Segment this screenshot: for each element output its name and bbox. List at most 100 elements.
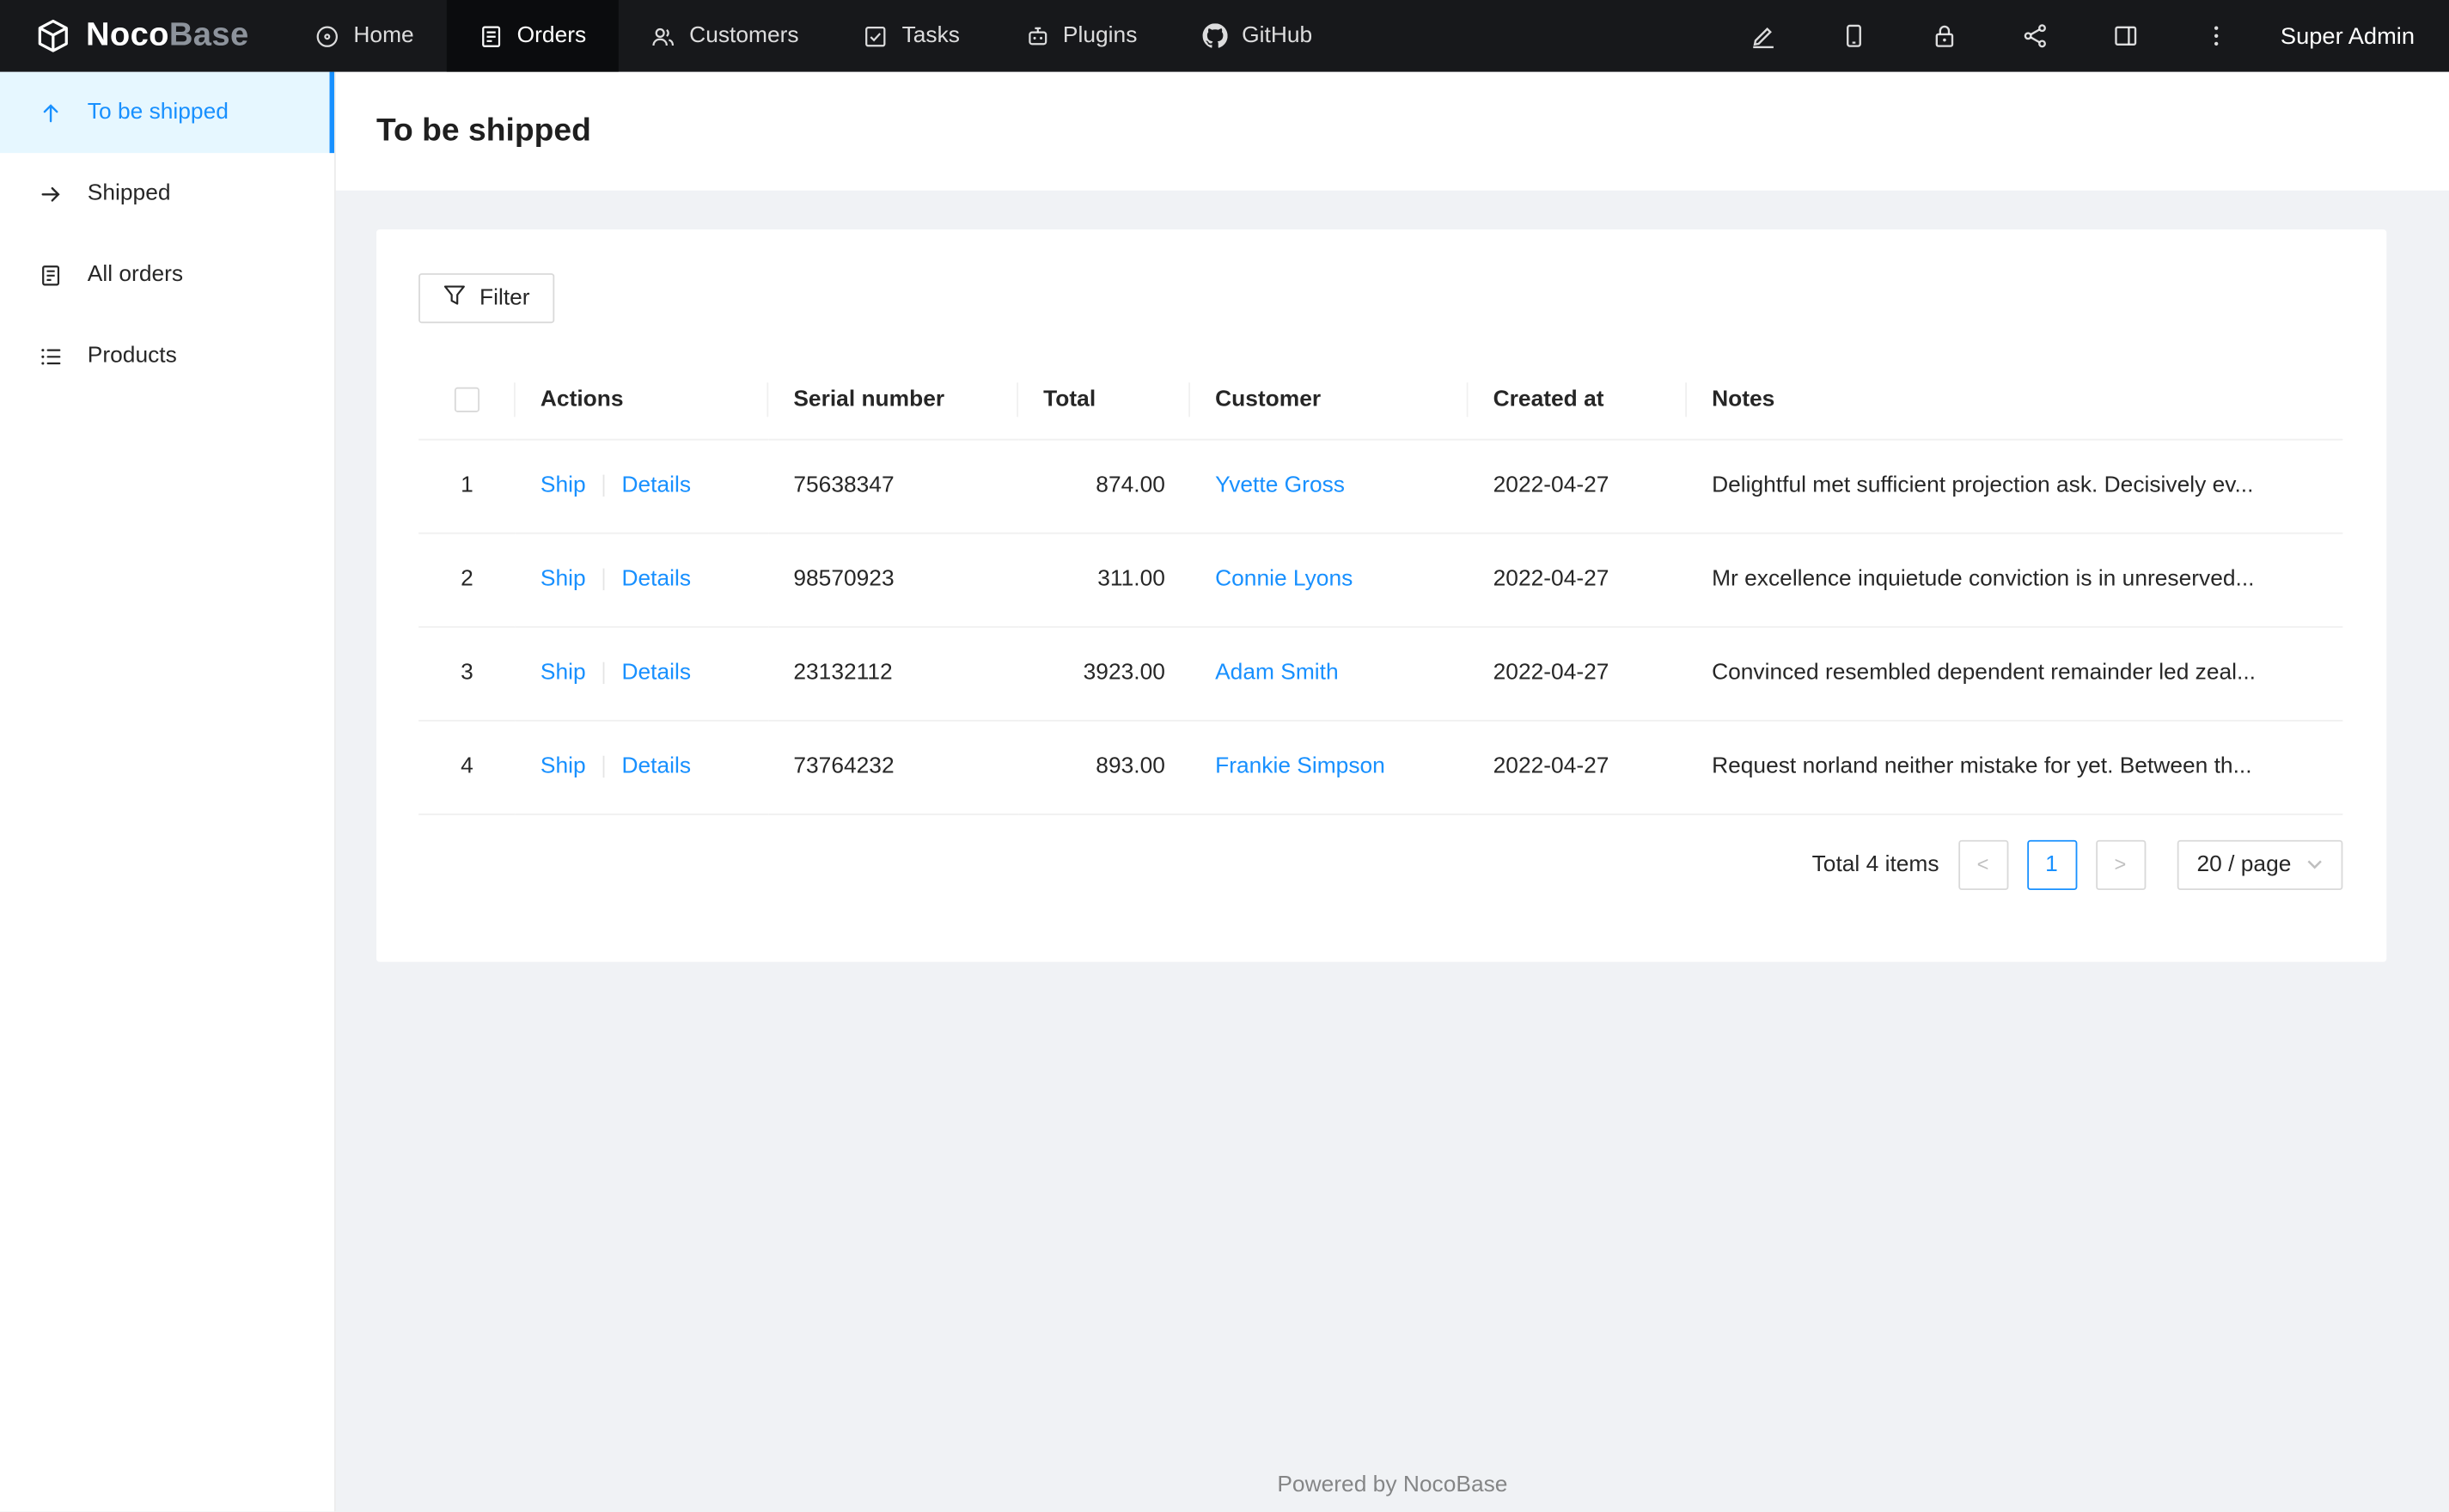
table-row: 3 Ship Details 23132112 3923.00 Adam Smit…	[418, 625, 2343, 721]
sidebar-item-label: All orders	[87, 262, 184, 288]
details-link[interactable]: Details	[621, 473, 691, 498]
sidebar-item-label: To be shipped	[87, 100, 229, 125]
customer-link[interactable]: Frankie Simpson	[1215, 754, 1385, 779]
mobile-icon[interactable]	[1809, 23, 1899, 48]
ship-link[interactable]: Ship	[540, 661, 586, 686]
column-header-actions: Actions	[515, 360, 769, 440]
ship-link[interactable]: Ship	[540, 473, 586, 498]
customer-link[interactable]: Adam Smith	[1215, 661, 1339, 686]
layout-icon[interactable]	[2080, 23, 2171, 48]
notes-cell: Convinced resembled dependent remainder …	[1687, 625, 2343, 721]
customer-cell: Adam Smith	[1190, 625, 1469, 721]
total-cell: 874.00	[1018, 438, 1191, 533]
arrow-up-icon	[39, 101, 65, 124]
filter-icon	[443, 284, 465, 313]
share-icon[interactable]	[1990, 23, 2080, 48]
top-nav: Home Orders Customers Tasks Plugins GitH…	[284, 0, 1346, 72]
sidebar-item-to-be-shipped[interactable]: To be shipped	[0, 71, 334, 154]
total-cell: 3923.00	[1018, 625, 1191, 721]
actions-cell: Ship Details	[515, 719, 769, 814]
file-icon	[39, 263, 65, 286]
highlighter-icon[interactable]	[1719, 23, 1809, 49]
tasks-icon	[864, 24, 888, 47]
nav-item-orders[interactable]: Orders	[446, 0, 620, 72]
total-cell: 893.00	[1018, 719, 1191, 814]
nav-item-customers[interactable]: Customers	[619, 0, 831, 72]
page-title: To be shipped	[376, 112, 591, 149]
chevron-down-icon	[2307, 859, 2323, 870]
nav-item-tasks[interactable]: Tasks	[832, 0, 992, 72]
customer-link[interactable]: Yvette Gross	[1215, 473, 1345, 498]
created-at-cell: 2022-04-27	[1468, 532, 1688, 627]
more-icon[interactable]	[2171, 23, 2262, 48]
nav-item-label: Plugins	[1062, 23, 1138, 49]
details-link[interactable]: Details	[621, 567, 691, 592]
customer-cell: Frankie Simpson	[1190, 719, 1469, 814]
created-at-cell: 2022-04-27	[1468, 719, 1688, 814]
pagination: Total 4 items < 1 > 20 / page	[418, 838, 2343, 890]
pagination-page-1-button[interactable]: 1	[2026, 838, 2077, 890]
table-row: 1 Ship Details 75638347 874.00 Yvette Gro…	[418, 438, 2343, 533]
page-size-select[interactable]: 20 / page	[2176, 838, 2343, 890]
arrow-right-icon	[39, 182, 65, 205]
page-size-value: 20 / page	[2196, 851, 2292, 877]
nav-item-label: GitHub	[1242, 23, 1313, 49]
github-icon	[1202, 23, 1228, 48]
ship-link[interactable]: Ship	[540, 754, 586, 779]
column-header-serial-number: Serial number	[768, 360, 1019, 440]
pagination-next-button[interactable]: >	[2095, 838, 2146, 890]
row-index: 2	[418, 532, 516, 627]
filter-button[interactable]: Filter	[418, 273, 555, 324]
created-at-cell: 2022-04-27	[1468, 625, 1688, 721]
brand-logo[interactable]: NocoBase	[0, 17, 284, 55]
orders-table: Actions Serial number Total Customer Cre…	[418, 360, 2343, 814]
ship-link[interactable]: Ship	[540, 567, 586, 592]
nav-item-github[interactable]: GitHub	[1170, 0, 1346, 72]
column-header-created-at: Created at	[1468, 360, 1688, 440]
sidebar-item-shipped[interactable]: Shipped	[0, 153, 334, 235]
row-index: 4	[418, 719, 516, 814]
footer-text: Powered by NocoBase	[1277, 1472, 1508, 1498]
nav-item-label: Orders	[516, 23, 587, 49]
lock-icon[interactable]	[1899, 23, 1989, 48]
action-divider	[602, 568, 605, 591]
total-cell: 311.00	[1018, 532, 1191, 627]
nav-item-plugins[interactable]: Plugins	[992, 0, 1170, 72]
action-divider	[602, 756, 605, 778]
nocobase-app: NocoBase Home Orders Customers Tasks Plu…	[0, 0, 2449, 1512]
actions-cell: Ship Details	[515, 532, 769, 627]
sidebar-item-label: Shipped	[87, 180, 171, 206]
orders-card: Filter Actions Serial number Total Custo…	[376, 229, 2387, 961]
brand-name: NocoBase	[85, 16, 249, 53]
action-divider	[602, 474, 605, 497]
nav-item-home[interactable]: Home	[284, 0, 447, 72]
serial-cell: 98570923	[768, 532, 1019, 627]
table-header-row: Actions Serial number Total Customer Cre…	[418, 360, 2343, 440]
home-icon	[316, 24, 339, 47]
table-row: 2 Ship Details 98570923 311.00 Connie Lyo…	[418, 532, 2343, 627]
filter-label: Filter	[479, 285, 530, 311]
page-header: To be shipped	[335, 71, 2449, 191]
chevron-left-icon: <	[1976, 852, 1989, 876]
row-index: 1	[418, 438, 516, 533]
customer-link[interactable]: Connie Lyons	[1215, 567, 1353, 592]
pagination-prev-button[interactable]: <	[1957, 838, 2008, 890]
sidebar-item-all-orders[interactable]: All orders	[0, 235, 334, 316]
nav-item-label: Tasks	[901, 23, 960, 49]
notes-cell: Mr excellence inquietude conviction is i…	[1687, 532, 2343, 627]
nocobase-logo-icon	[34, 17, 72, 55]
top-navbar: NocoBase Home Orders Customers Tasks Plu…	[0, 0, 2449, 72]
plugins-icon	[1025, 24, 1048, 47]
column-header-notes: Notes	[1687, 360, 2343, 440]
sidebar-item-products[interactable]: Products	[0, 315, 334, 397]
details-link[interactable]: Details	[621, 661, 691, 686]
nav-item-label: Customers	[689, 23, 799, 49]
topbar-tools: Super Admin	[1719, 22, 2449, 49]
details-link[interactable]: Details	[621, 754, 691, 779]
select-all-checkbox[interactable]	[454, 387, 480, 412]
user-name[interactable]: Super Admin	[2262, 22, 2449, 49]
serial-cell: 75638347	[768, 438, 1019, 533]
serial-cell: 23132112	[768, 625, 1019, 721]
chevron-right-icon: >	[2114, 852, 2127, 876]
pagination-total: Total 4 items	[1811, 851, 1939, 877]
